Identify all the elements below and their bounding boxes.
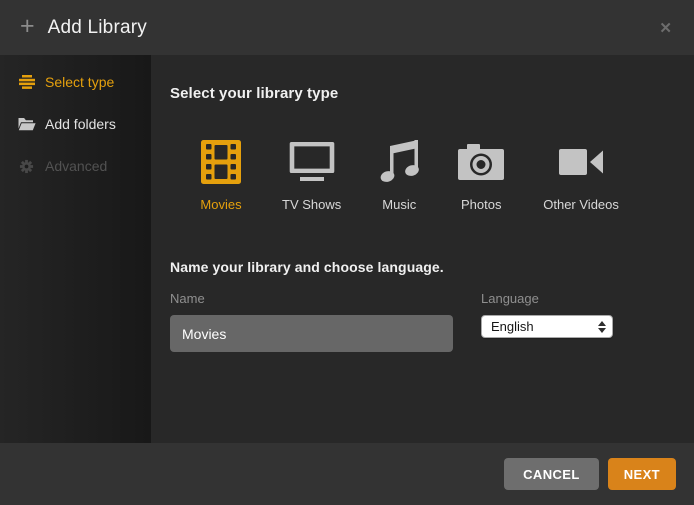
library-type-list: Movies TV Shows	[198, 139, 694, 212]
name-field: Name	[170, 291, 453, 352]
language-field: Language English	[481, 291, 613, 352]
tv-icon	[288, 139, 336, 185]
gear-icon	[17, 159, 36, 174]
library-type-other-videos[interactable]: Other Videos	[543, 139, 619, 212]
film-icon	[198, 139, 244, 185]
library-type-tv-shows[interactable]: TV Shows	[282, 139, 341, 212]
plus-icon: +	[20, 14, 35, 39]
name-label: Name	[170, 291, 453, 306]
sidebar-item-advanced: Advanced	[0, 145, 151, 187]
dialog-footer: CANCEL NEXT	[0, 443, 694, 505]
dialog-header: + Add Library ✕	[0, 0, 694, 55]
video-camera-icon	[558, 139, 604, 185]
language-label: Language	[481, 291, 613, 306]
library-type-label: TV Shows	[282, 197, 341, 212]
add-library-dialog: + Add Library ✕ Select type	[0, 0, 694, 505]
library-type-label: Photos	[461, 197, 501, 212]
sidebar-item-label: Select type	[45, 74, 114, 90]
sidebar-item-add-folders[interactable]: Add folders	[0, 103, 151, 145]
type-lines-icon	[17, 75, 36, 89]
language-selected-value: English	[491, 319, 598, 334]
dialog-title: Add Library	[48, 17, 147, 39]
name-input[interactable]	[170, 315, 453, 352]
name-language-fields: Name Language English	[170, 291, 694, 352]
library-type-photos[interactable]: Photos	[457, 139, 505, 212]
chevron-up-down-icon	[598, 321, 606, 333]
music-note-icon	[379, 139, 419, 185]
library-type-label: Music	[382, 197, 416, 212]
next-button[interactable]: NEXT	[608, 458, 676, 490]
sidebar-item-label: Advanced	[45, 158, 107, 174]
dialog-body: Select type Add folders	[0, 55, 694, 443]
main-panel: Select your library type	[151, 55, 694, 443]
sidebar-item-select-type[interactable]: Select type	[0, 61, 151, 103]
library-type-label: Movies	[200, 197, 241, 212]
sidebar: Select type Add folders	[0, 55, 151, 443]
sidebar-item-label: Add folders	[45, 116, 116, 132]
library-type-heading: Select your library type	[170, 85, 694, 102]
cancel-button[interactable]: CANCEL	[504, 458, 599, 490]
library-type-music[interactable]: Music	[379, 139, 419, 212]
name-section-heading: Name your library and choose language.	[170, 259, 694, 275]
library-type-movies[interactable]: Movies	[198, 139, 244, 212]
folder-icon	[17, 117, 36, 131]
language-select[interactable]: English	[481, 315, 613, 338]
library-type-label: Other Videos	[543, 197, 619, 212]
camera-icon	[457, 139, 505, 185]
close-icon[interactable]: ✕	[657, 15, 674, 41]
